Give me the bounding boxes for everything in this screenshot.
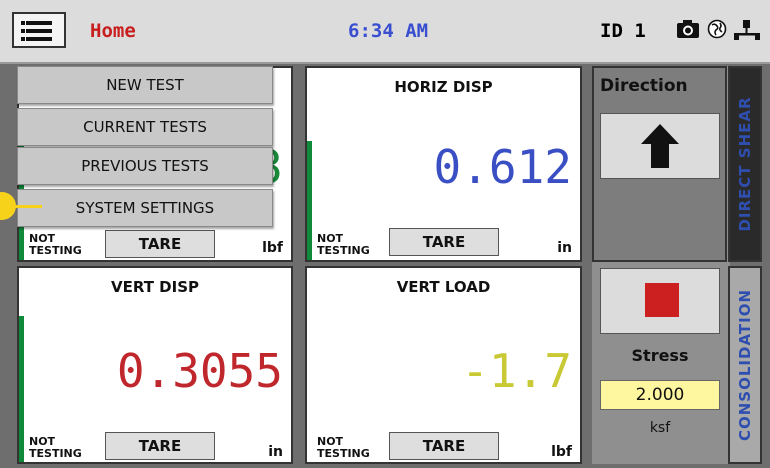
- panel-title: HORIZ DISP: [394, 78, 493, 96]
- tab-direct-shear[interactable]: DIRECT SHEAR: [728, 66, 762, 262]
- device-id: ID 1: [600, 20, 646, 42]
- tare-button[interactable]: TARE: [105, 230, 215, 258]
- direction-button[interactable]: [600, 113, 720, 179]
- tare-button[interactable]: TARE: [389, 228, 499, 256]
- unit-label: in: [557, 240, 572, 256]
- network-icon[interactable]: [733, 19, 761, 41]
- status-text: NOT TESTING: [29, 232, 82, 257]
- stress-label: Stress: [631, 346, 689, 365]
- direction-label: Direction: [600, 76, 688, 96]
- arrow-up-icon: [641, 124, 679, 168]
- status-text: NOT TESTING: [317, 435, 370, 460]
- panel-value: -1.7: [461, 344, 572, 398]
- panel-title: VERT LOAD: [396, 278, 491, 296]
- stop-icon: [645, 283, 679, 317]
- status-text: NOT TESTING: [317, 232, 370, 257]
- menu-item-previous-tests[interactable]: PREVIOUS TESTS: [17, 147, 273, 185]
- menu-item-current-tests[interactable]: CURRENT TESTS: [17, 108, 273, 146]
- status-text: NOT TESTING: [29, 435, 82, 460]
- panel-value: 0.3055: [116, 344, 283, 398]
- tare-button[interactable]: TARE: [105, 432, 215, 460]
- tare-button[interactable]: TARE: [389, 432, 499, 460]
- menu-item-system-settings[interactable]: SYSTEM SETTINGS: [17, 189, 273, 227]
- clock: 6:34 AM: [348, 20, 429, 42]
- stop-button[interactable]: [600, 268, 720, 334]
- panel-title: VERT DISP: [110, 278, 199, 296]
- stress-unit: ksf: [649, 420, 671, 436]
- menu-button[interactable]: [12, 12, 66, 48]
- panel-value: 0.612: [433, 140, 572, 194]
- vert-load-panel: VERT LOAD -1.7 NOT TESTING TARE lbf: [305, 266, 582, 464]
- tab-label: CONSOLIDATION: [736, 288, 754, 442]
- status-bar: [307, 141, 312, 260]
- unit-label: in: [268, 444, 283, 460]
- globe-icon[interactable]: [707, 19, 727, 39]
- menu-item-new-test[interactable]: NEW TEST: [17, 66, 273, 104]
- tab-label: DIRECT SHEAR: [736, 96, 754, 232]
- callout-line: [10, 205, 42, 208]
- vert-disp-panel: VERT DISP 0.3055 NOT TESTING TARE in: [17, 266, 293, 464]
- top-bar: Home 6:34 AM ID 1: [0, 0, 770, 64]
- camera-icon[interactable]: [676, 19, 700, 39]
- page-title: Home: [90, 20, 136, 42]
- stress-input[interactable]: 2.000: [600, 380, 720, 410]
- horiz-disp-panel: HORIZ DISP 0.612 NOT TESTING TARE in: [305, 66, 582, 262]
- tab-consolidation[interactable]: CONSOLIDATION: [728, 266, 762, 464]
- unit-label: lbf: [262, 240, 283, 256]
- status-bar: [19, 316, 24, 462]
- unit-label: lbf: [551, 444, 572, 460]
